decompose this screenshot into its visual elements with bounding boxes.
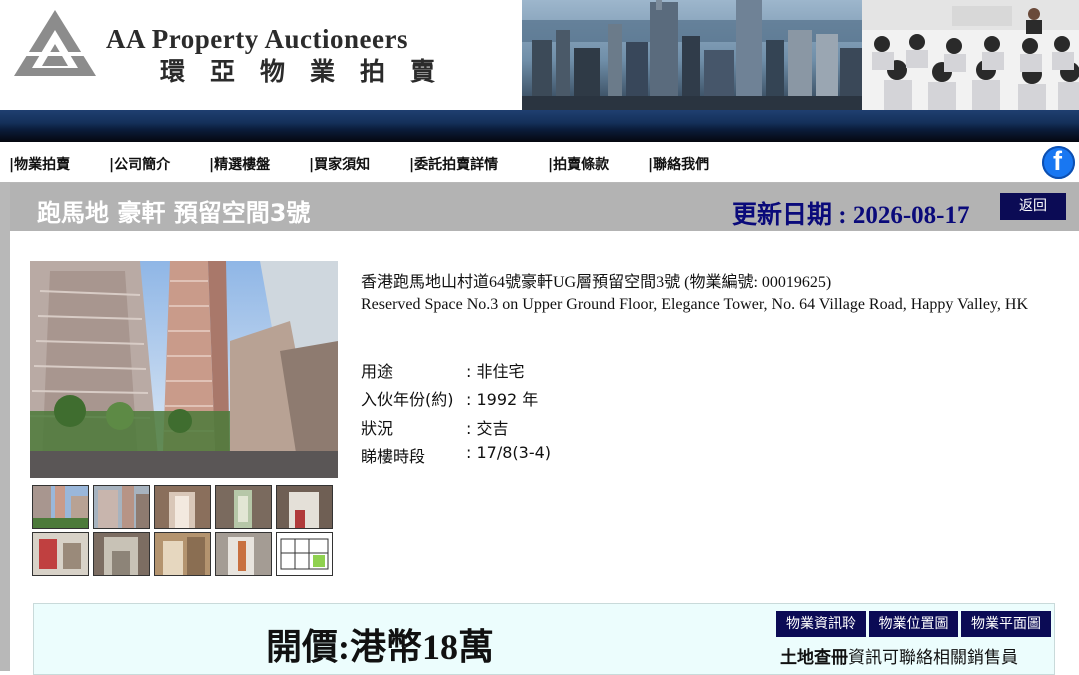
- thumbnail-photo[interactable]: [93, 485, 150, 529]
- main-nav: |物業拍賣 |公司簡介 |精選樓盤 |買家須知 |委託拍賣詳情 |拍賣條款 |聯…: [0, 142, 1079, 182]
- detail-label-usage: 用途: [361, 362, 394, 381]
- nav-item-featured[interactable]: |精選樓盤: [209, 154, 270, 174]
- city-skyline-banner: [522, 0, 862, 110]
- land-search-note: 土地查冊資訊可聯絡相關銷售員: [780, 648, 1018, 668]
- auction-room-banner: [862, 0, 1079, 110]
- detail-label-year: 入伙年份(約): [361, 390, 454, 409]
- nav-item-buyer-notes[interactable]: |買家須知: [309, 154, 370, 174]
- property-info-button[interactable]: 物業資訊聆: [776, 611, 866, 637]
- address-zh: 香港跑馬地山村道64號豪軒UG層預留空間3號 (物業編號: 00019625): [361, 274, 832, 291]
- thumbnail-photo[interactable]: [215, 485, 272, 529]
- thumbnail-photo[interactable]: [276, 485, 333, 529]
- property-floorplan-button[interactable]: 物業平面圖: [961, 611, 1051, 637]
- site-header: AA Property Auctioneers 環亞物業拍賣: [0, 0, 1079, 110]
- thumbnail-photo[interactable]: [32, 485, 89, 529]
- detail-value-status: : 交吉: [466, 419, 509, 438]
- page-title: 跑馬地 豪軒 預留空間3號: [37, 199, 311, 227]
- nav-item-contact[interactable]: |聯絡我們: [648, 154, 709, 174]
- asking-price: 開價:港幣18萬: [266, 627, 494, 667]
- property-main-photo[interactable]: [30, 261, 338, 478]
- detail-value-year: : 1992 年: [466, 390, 539, 409]
- company-logo-icon[interactable]: [12, 8, 98, 78]
- detail-value-usage: : 非住宅: [466, 362, 525, 381]
- address-en: Reserved Space No.3 on Upper Ground Floo…: [361, 296, 1029, 313]
- company-name-zh: 環亞物業拍賣: [160, 57, 461, 86]
- thumbnail-photo[interactable]: [154, 532, 211, 576]
- facebook-icon[interactable]: f: [1042, 146, 1075, 179]
- header-divider-band: [0, 110, 1079, 142]
- detail-value-viewing: : 17/8(3-4): [466, 443, 552, 462]
- nav-item-about[interactable]: |公司簡介: [109, 154, 170, 174]
- nav-item-auction-terms[interactable]: |拍賣條款: [548, 154, 609, 174]
- thumbnail-photo[interactable]: [32, 532, 89, 576]
- detail-label-viewing: 睇樓時段: [361, 447, 426, 466]
- nav-item-consignment[interactable]: |委託拍賣詳情: [409, 154, 498, 174]
- thumbnail-floor-plan[interactable]: [276, 532, 333, 576]
- detail-label-status: 狀況: [361, 419, 394, 438]
- company-name-en: AA Property Auctioneers: [106, 24, 408, 54]
- thumbnail-photo[interactable]: [154, 485, 211, 529]
- thumbnail-photo[interactable]: [215, 532, 272, 576]
- back-button[interactable]: 返回: [1000, 193, 1066, 220]
- nav-item-auction[interactable]: |物業拍賣: [9, 154, 70, 174]
- thumbnail-photo[interactable]: [93, 532, 150, 576]
- property-location-button[interactable]: 物業位置圖: [869, 611, 958, 637]
- update-date: 更新日期 : 2026-08-17: [732, 202, 970, 229]
